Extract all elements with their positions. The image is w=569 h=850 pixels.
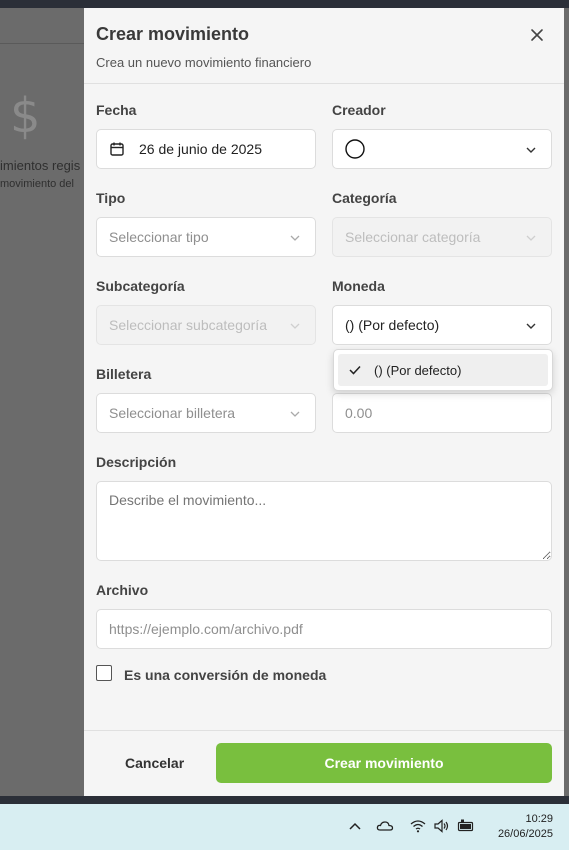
- panel-subtitle: Crea un nuevo movimiento financiero: [96, 55, 312, 70]
- moneda-option-default[interactable]: () (Por defecto): [338, 354, 548, 386]
- billetera-placeholder: Seleccionar billetera: [109, 405, 236, 421]
- currency-conversion-checkbox[interactable]: [96, 665, 112, 681]
- currency-conversion-label: Es una conversión de moneda: [124, 667, 327, 683]
- moneda-label: Moneda: [332, 278, 385, 294]
- calendar-icon: [110, 142, 124, 156]
- amount-input[interactable]: 0.00: [332, 393, 552, 433]
- panel-title: Crear movimiento: [96, 24, 250, 44]
- system-clock[interactable]: 10:29 26/06/2025: [498, 812, 553, 842]
- tipo-placeholder: Seleccionar tipo: [109, 229, 209, 245]
- billetera-label: Billetera: [96, 366, 152, 382]
- chevron-up-icon[interactable]: [346, 818, 364, 834]
- moneda-dropdown-menu: () (Por defecto): [333, 349, 553, 391]
- background-topbar: [0, 0, 569, 8]
- clock-date: 26/06/2025: [497, 828, 553, 840]
- date-value: 26 de junio de 2025: [139, 141, 262, 157]
- subcategoria-select: Seleccionar subcategoría: [96, 305, 316, 345]
- tipo-label: Tipo: [96, 190, 126, 206]
- categoria-select: Seleccionar categoría: [332, 217, 552, 257]
- descripcion-label: Descripción: [96, 454, 177, 470]
- archivo-label: Archivo: [96, 582, 149, 598]
- categoria-label: Categoría: [332, 190, 397, 206]
- background-divider: [0, 43, 84, 44]
- tipo-select[interactable]: Seleccionar tipo: [96, 217, 316, 257]
- file-url-placeholder: https://ejemplo.com/archivo.pdf: [109, 621, 303, 637]
- chevron-down-icon: [526, 235, 536, 241]
- taskbar-divider: [0, 796, 569, 804]
- chevron-down-icon: [526, 323, 536, 329]
- date-picker[interactable]: 26 de junio de 2025: [96, 129, 316, 169]
- chevron-down-icon: [290, 235, 300, 241]
- file-url-input[interactable]: https://ejemplo.com/archivo.pdf: [96, 609, 552, 649]
- create-movement-button[interactable]: Crear movimiento: [216, 743, 552, 783]
- close-icon[interactable]: [528, 26, 546, 44]
- amount-placeholder: 0.00: [345, 405, 373, 421]
- chevron-down-icon: [526, 147, 536, 153]
- description-textarea[interactable]: [96, 481, 552, 561]
- check-icon: [349, 365, 361, 375]
- chevron-down-icon: [290, 411, 300, 417]
- chevron-down-icon: [290, 323, 300, 329]
- moneda-select[interactable]: () (Por defecto): [332, 305, 552, 345]
- billetera-select[interactable]: Seleccionar billetera: [96, 393, 316, 433]
- taskbar: [0, 804, 569, 850]
- cloud-icon[interactable]: [376, 818, 394, 834]
- creador-label: Creador: [332, 102, 386, 118]
- avatar-circle-icon: [345, 139, 365, 159]
- cancel-button[interactable]: Cancelar: [125, 755, 184, 771]
- volume-icon[interactable]: [433, 818, 451, 834]
- fecha-label: Fecha: [96, 102, 137, 118]
- moneda-value: () (Por defecto): [345, 317, 440, 333]
- background-text: imientos regis: [0, 158, 81, 173]
- clock-time: 10:29: [525, 813, 553, 825]
- dollar-icon: $: [10, 88, 41, 144]
- creador-select[interactable]: [332, 129, 552, 169]
- panel-header: Crear movimiento Crea un nuevo movimient…: [84, 8, 564, 84]
- moneda-option-label: () (Por defecto): [374, 362, 462, 378]
- battery-icon[interactable]: [457, 818, 475, 834]
- background-subtext: movimiento del: [0, 178, 74, 190]
- categoria-placeholder: Seleccionar categoría: [345, 229, 481, 245]
- subcategoria-placeholder: Seleccionar subcategoría: [109, 317, 267, 333]
- wifi-icon[interactable]: [409, 818, 427, 834]
- subcategoria-label: Subcategoría: [96, 278, 185, 294]
